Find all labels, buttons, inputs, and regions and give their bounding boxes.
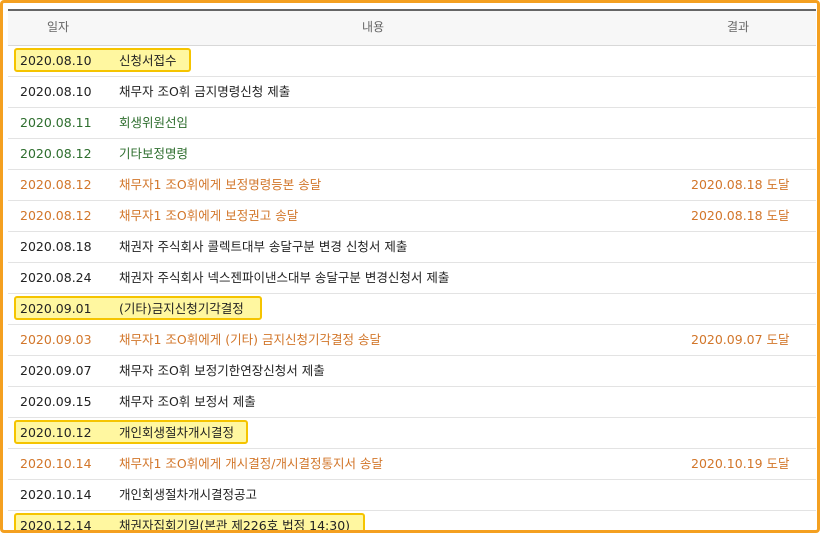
row-date: 2020.09.03 [20,332,92,347]
table-row: 2020.08.24 채권자 주식회사 넥스젠파이낸스대부 송달구분 변경신청서 … [8,263,816,294]
table-row: 2020.08.12 채무자1 조O휘에게 보정명령등본 송달 2020.08.18… [8,170,816,201]
row-result: 2020.10.19 도달 [691,456,790,471]
row-content: 기타보정명령 [119,146,189,161]
screenshot-frame: 일자 내용 결과 2020.08.10 신청서접수 2020.08.10 채무자 조O… [0,0,820,533]
row-content: 채권자 주식회사 콜렉트대부 송달구분 변경 신청서 제출 [119,239,408,254]
table-row: 2020.08.10 신청서접수 [8,46,816,77]
header-content: 내용 [361,20,385,34]
table-row: 2020.12.14 채권자집회기일(본관 제226호 법정 14:30) [8,511,816,533]
row-date: 2020.10.12 [20,425,92,440]
row-date: 2020.08.12 [20,208,92,223]
table-row: 2020.10.14 개인회생절차개시결정공고 [8,480,816,511]
row-date: 2020.08.10 [20,84,92,99]
row-date: 2020.09.01 [20,301,92,316]
row-content: 신청서접수 [119,53,177,68]
row-date: 2020.08.24 [20,270,92,285]
row-content: 개인회생절차개시결정공고 [119,487,258,502]
row-content: (기타)금지신청기각결정 [119,301,244,316]
row-date: 2020.08.18 [20,239,92,254]
table-row: 2020.09.01 (기타)금지신청기각결정 [8,294,816,325]
row-date: 2020.09.07 [20,363,92,378]
table-row: 2020.10.12 개인회생절차개시결정 [8,418,816,449]
header-date: 일자 [46,20,70,34]
row-content: 채무자 조O휘 보정서 제출 [119,394,256,409]
table-row: 2020.08.10 채무자 조O휘 금지명령신청 제출 [8,77,816,108]
table-row: 2020.08.12 기타보정명령 [8,139,816,170]
row-date: 2020.12.14 [20,518,92,533]
row-content: 채무자1 조O휘에게 (기타) 금지신청기각결정 송달 [119,332,381,347]
row-content: 회생위원선임 [119,115,189,130]
table-row: 2020.10.14 채무자1 조O휘에게 개시결정/개시결정통지서 송달 2020… [8,449,816,480]
row-content: 채무자1 조O휘에게 보정명령등본 송달 [119,177,322,192]
table-row: 2020.08.12 채무자1 조O휘에게 보정권고 송달 2020.08.18 도… [8,201,816,232]
row-date: 2020.10.14 [20,456,92,471]
row-result: 2020.08.18 도달 [691,177,790,192]
row-content: 채권자집회기일(본관 제226호 법정 14:30) [119,518,351,533]
row-date: 2020.08.12 [20,146,92,161]
table-header: 일자 내용 결과 [8,9,816,46]
table-row: 2020.08.11 회생위원선임 [8,108,816,139]
table-row: 2020.09.15 채무자 조O휘 보정서 제출 [8,387,816,418]
row-date: 2020.09.15 [20,394,92,409]
table-body: 2020.08.10 신청서접수 2020.08.10 채무자 조O휘 금지명령신청 … [8,46,816,533]
row-content: 채무자1 조O휘에게 보정권고 송달 [119,208,299,223]
row-content: 채무자 조O휘 보정기한연장신청서 제출 [119,363,325,378]
table-row: 2020.09.07 채무자 조O휘 보정기한연장신청서 제출 [8,356,816,387]
row-date: 2020.08.10 [20,53,92,68]
row-content: 채무자 조O휘 금지명령신청 제출 [119,84,291,99]
row-content: 개인회생절차개시결정 [119,425,235,440]
row-result: 2020.08.18 도달 [691,208,790,223]
header-result: 결과 [726,20,750,34]
row-content: 채무자1 조O휘에게 개시결정/개시결정통지서 송달 [119,456,383,471]
row-date: 2020.10.14 [20,487,92,502]
table-row: 2020.08.18 채권자 주식회사 콜렉트대부 송달구분 변경 신청서 제출 [8,232,816,263]
row-date: 2020.08.11 [20,115,92,130]
row-date: 2020.08.12 [20,177,92,192]
case-history-table: 일자 내용 결과 2020.08.10 신청서접수 2020.08.10 채무자 조O… [8,9,816,533]
table-row: 2020.09.03 채무자1 조O휘에게 (기타) 금지신청기각결정 송달 202… [8,325,816,356]
row-result: 2020.09.07 도달 [691,332,790,347]
row-content: 채권자 주식회사 넥스젠파이낸스대부 송달구분 변경신청서 제출 [119,270,450,285]
